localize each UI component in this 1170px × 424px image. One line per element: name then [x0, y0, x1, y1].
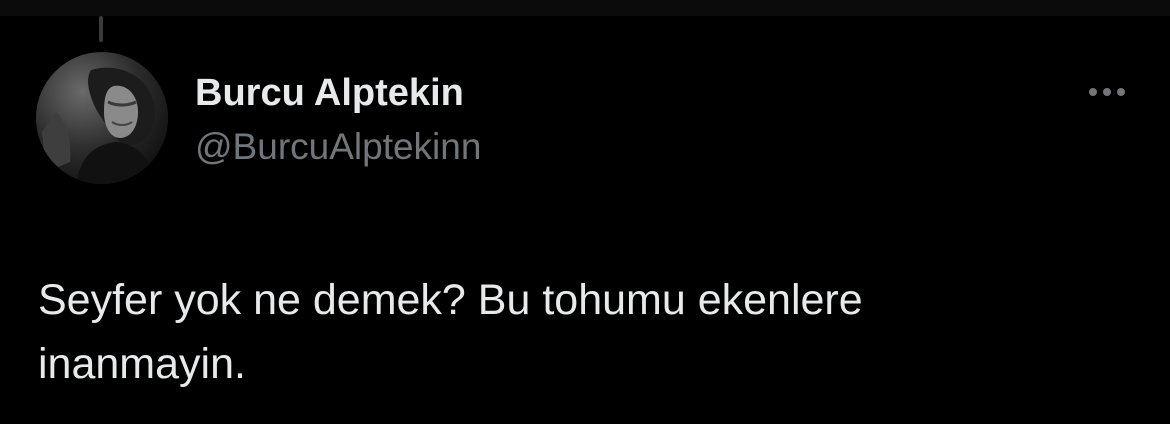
profile-photo-icon: [36, 52, 168, 184]
more-horizontal-icon-dot: [1117, 88, 1125, 96]
more-options-button[interactable]: [1078, 74, 1136, 110]
avatar[interactable]: [36, 52, 168, 184]
thread-connector-line: [99, 16, 103, 42]
tweet-text: Seyfer yok ne demek? Bu tohumu ekenlere …: [38, 276, 863, 388]
author-display-name[interactable]: Burcu Alptekin: [195, 70, 464, 116]
previous-tweet-edge: [0, 0, 1170, 16]
author-handle[interactable]: @BurcuAlptekinn: [195, 124, 481, 170]
more-horizontal-icon-dot: [1103, 88, 1111, 96]
more-horizontal-icon: [1089, 88, 1097, 96]
